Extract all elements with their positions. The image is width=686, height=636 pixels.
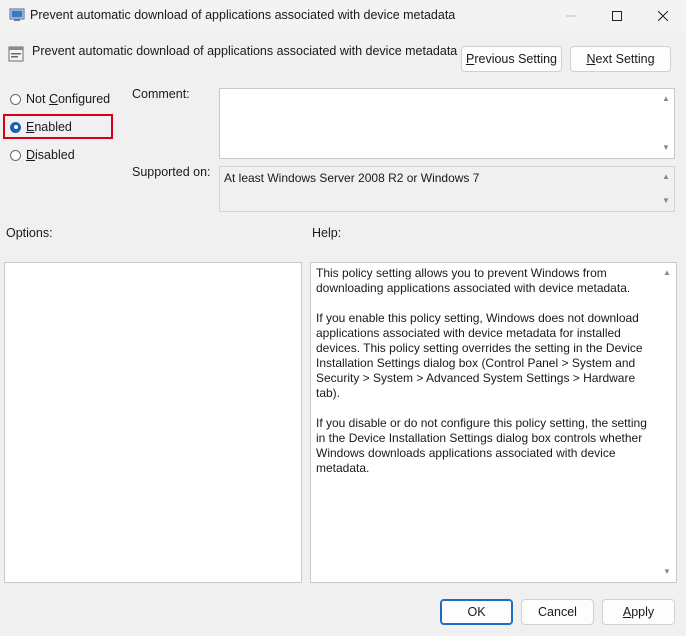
next-setting-button[interactable]: Next Setting — [570, 46, 671, 72]
radio-disabled-accel: D — [26, 148, 36, 162]
comment-scroll-down-icon[interactable]: ▼ — [660, 143, 672, 153]
minimize-button[interactable] — [548, 0, 594, 32]
title-bar[interactable]: Prevent automatic download of applicatio… — [0, 0, 686, 32]
ok-button[interactable]: OK — [440, 599, 513, 625]
help-panel[interactable]: This policy setting allows you to preven… — [310, 262, 677, 583]
next-setting-text: ext Setting — [595, 52, 655, 66]
comment-scroll-up-icon[interactable]: ▲ — [660, 94, 672, 104]
radio-not-configured-text-b: onfigured — [57, 92, 111, 106]
radio-not-configured[interactable]: Not Configured — [10, 92, 110, 106]
help-paragraph: This policy setting allows you to preven… — [316, 266, 631, 295]
window-title: Prevent automatic download of applicatio… — [30, 8, 456, 22]
radio-disabled-label: Disabled — [26, 148, 75, 162]
maximize-icon — [612, 11, 622, 21]
apply-button[interactable]: Apply — [602, 599, 675, 625]
close-icon — [658, 11, 668, 21]
radio-not-configured-circle[interactable] — [10, 93, 21, 105]
previous-setting-text: revious Setting — [474, 52, 558, 66]
options-label: Options: — [6, 226, 53, 240]
previous-setting-label: Previous Setting — [466, 52, 557, 66]
help-scroll-down-icon[interactable]: ▼ — [661, 567, 673, 577]
policy-setting-icon — [8, 46, 24, 62]
radio-enabled[interactable]: Enabled — [10, 120, 72, 134]
supported-on-value: At least Windows Server 2008 R2 or Windo… — [224, 171, 480, 185]
supported-on-field: At least Windows Server 2008 R2 or Windo… — [219, 166, 675, 212]
radio-enabled-text: nabled — [34, 120, 72, 134]
maximize-button[interactable] — [594, 0, 640, 32]
policy-name: Prevent automatic download of applicatio… — [32, 44, 458, 58]
radio-disabled[interactable]: Disabled — [10, 148, 75, 162]
supported-on-label: Supported on: — [132, 165, 211, 179]
cancel-button[interactable]: Cancel — [521, 599, 594, 625]
apply-accel: A — [622, 605, 632, 619]
radio-disabled-text: isabled — [35, 148, 75, 162]
radio-disabled-circle[interactable] — [10, 149, 21, 161]
apply-text: pply — [631, 605, 655, 619]
options-panel[interactable] — [4, 262, 302, 583]
previous-setting-button[interactable]: Previous Setting — [461, 46, 562, 72]
policy-window-icon — [9, 8, 25, 21]
help-paragraph: If you enable this policy setting, Windo… — [316, 311, 643, 400]
help-paragraph: If you disable or do not configure this … — [316, 416, 647, 475]
supported-scroll-down-icon[interactable]: ▼ — [660, 196, 672, 206]
radio-not-configured-accel: C — [48, 92, 58, 106]
next-setting-label: Next Setting — [586, 52, 654, 66]
comment-label: Comment: — [132, 87, 190, 101]
minimize-icon — [566, 15, 576, 17]
radio-enabled-circle[interactable] — [10, 121, 21, 133]
supported-scroll-up-icon[interactable]: ▲ — [660, 172, 672, 182]
help-label: Help: — [312, 226, 342, 240]
apply-label: Apply — [623, 605, 654, 619]
radio-enabled-label: Enabled — [26, 120, 72, 134]
comment-textarea[interactable]: ▲ ▼ — [219, 88, 675, 159]
radio-not-configured-text-a: Not — [26, 92, 49, 106]
close-button[interactable] — [640, 0, 686, 32]
radio-not-configured-label: Not Configured — [26, 92, 110, 106]
help-scroll-up-icon[interactable]: ▲ — [661, 268, 673, 278]
